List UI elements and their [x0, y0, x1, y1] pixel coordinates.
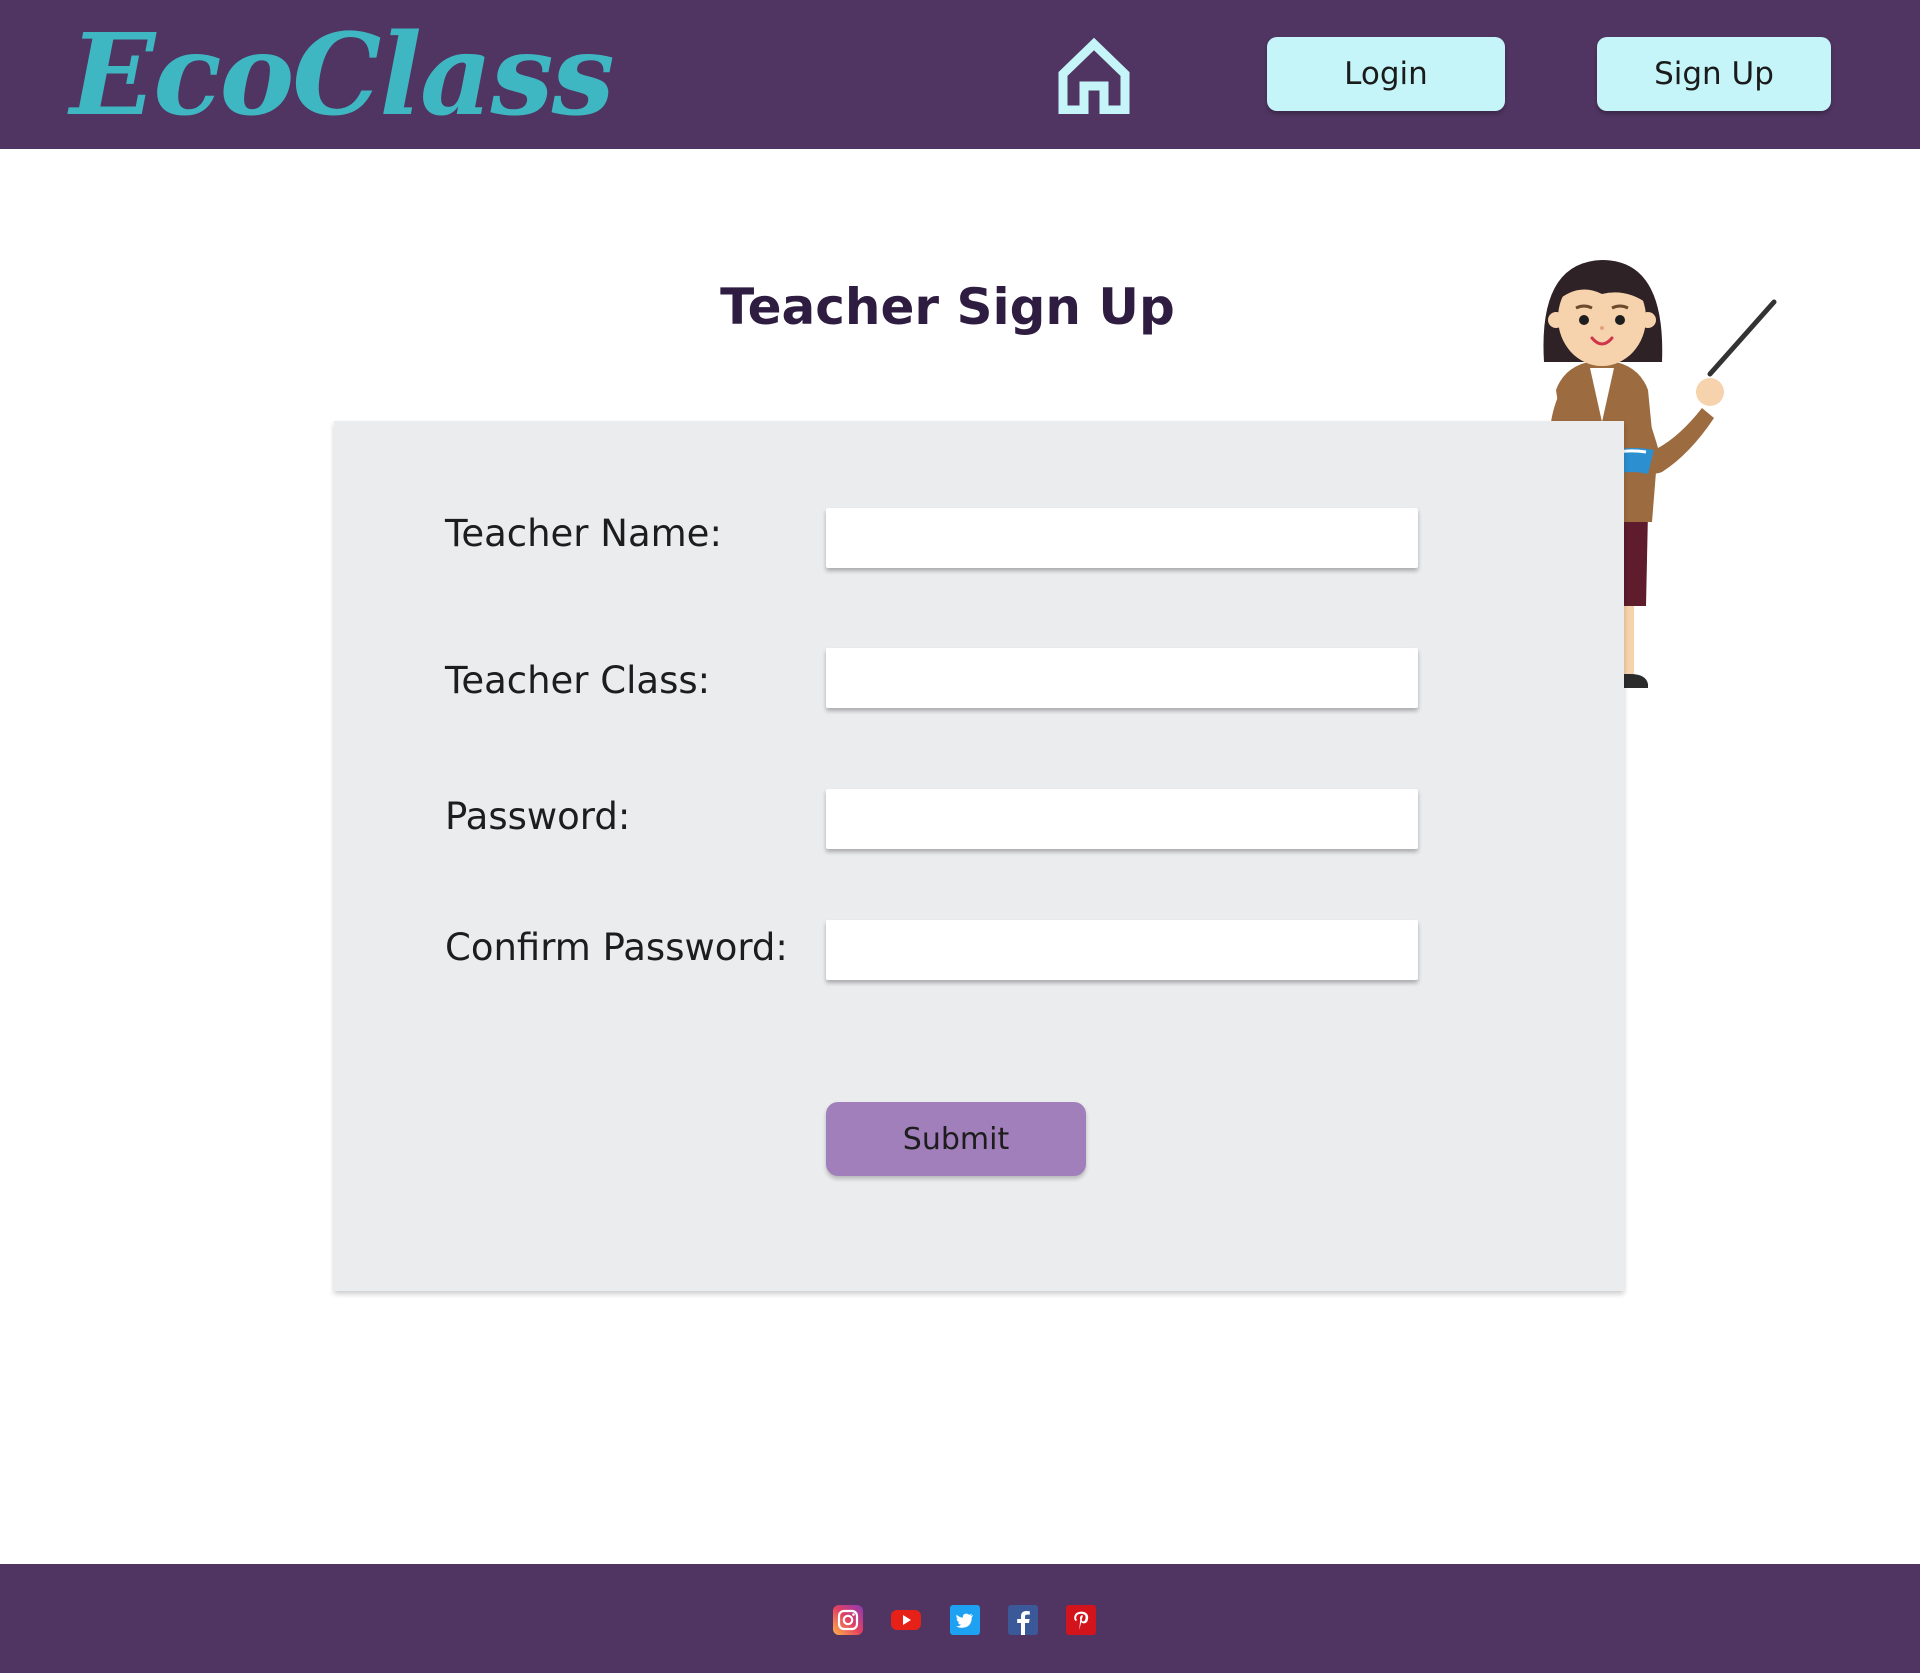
- home-icon[interactable]: [1055, 36, 1133, 115]
- confirm-password-label: Confirm Password:: [445, 926, 788, 969]
- twitter-icon[interactable]: [950, 1605, 980, 1635]
- teacher-class-label: Teacher Class:: [445, 659, 711, 702]
- confirm-password-input[interactable]: [826, 920, 1418, 980]
- signup-button[interactable]: Sign Up: [1597, 37, 1831, 111]
- teacher-class-input[interactable]: [826, 648, 1418, 708]
- signup-form: Teacher Name: Teacher Class: Password: C…: [334, 421, 1624, 1291]
- instagram-icon[interactable]: [833, 1605, 863, 1635]
- password-input[interactable]: [826, 789, 1418, 849]
- login-button[interactable]: Login: [1267, 37, 1505, 111]
- facebook-icon[interactable]: [1008, 1605, 1038, 1635]
- youtube-icon[interactable]: [891, 1605, 921, 1635]
- password-label: Password:: [445, 795, 631, 838]
- site-logo[interactable]: EcoClass: [70, 8, 615, 143]
- teacher-name-label: Teacher Name:: [445, 512, 722, 555]
- submit-button[interactable]: Submit: [826, 1102, 1086, 1176]
- teacher-name-input[interactable]: [826, 508, 1418, 568]
- pinterest-icon[interactable]: [1066, 1605, 1096, 1635]
- site-header: EcoClass Login Sign Up: [0, 0, 1920, 149]
